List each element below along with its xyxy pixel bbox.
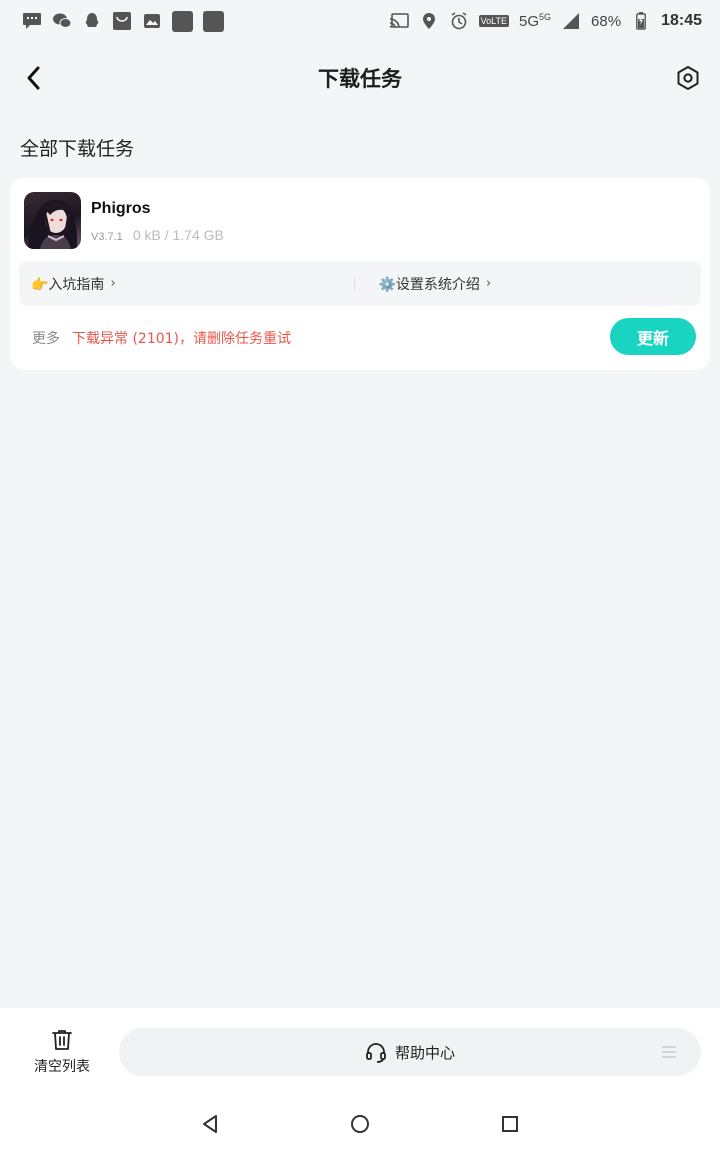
clear-list-label: 清空列表 (34, 1059, 90, 1075)
image-icon (142, 11, 162, 31)
system-nav-bar (0, 1104, 720, 1144)
more-button[interactable]: 更多 (32, 328, 60, 348)
beginner-guide-label: 👉入坑指南 (31, 276, 105, 293)
cast-icon (389, 11, 409, 31)
volte-badge: VoLTE (478, 15, 510, 27)
qq-icon (82, 11, 102, 31)
chevron-left-icon (27, 66, 40, 90)
app-name: Phigros (91, 200, 151, 217)
system-intro-label: ⚙️设置系统介绍 (378, 276, 480, 293)
app-version: V3.7.1 (91, 231, 123, 243)
update-button[interactable]: 更新 (610, 318, 696, 355)
headset-icon (366, 1043, 386, 1063)
section-title: 全部下载任务 (20, 138, 135, 160)
beginner-guide-link[interactable]: 👉入坑指南 › (19, 274, 354, 294)
bottom-bar: 清空列表 帮助中心 (0, 1008, 720, 1152)
square-recents-icon (502, 1116, 518, 1132)
location-icon (419, 11, 439, 31)
app-header: 下载任务 (0, 50, 720, 106)
nav-back-button[interactable] (198, 1112, 222, 1136)
status-bar: VoLTE 5G5G 68% 18:45 (0, 0, 720, 42)
nav-recents-button[interactable] (498, 1112, 522, 1136)
chevron-right-icon: › (110, 276, 116, 291)
settings-button[interactable] (672, 62, 704, 94)
battery-icon (631, 11, 651, 31)
message-icon (22, 11, 42, 31)
app-meta: V3.7.1 0 kB / 1.74 GB (91, 227, 224, 243)
circle-home-icon (351, 1115, 369, 1133)
guide-links-bar: 👉入坑指南 › ⚙️设置系统介绍 › (19, 261, 701, 306)
app-square-icon (172, 10, 193, 32)
download-progress-size: 0 kB / 1.74 GB (132, 227, 224, 243)
alarm-icon (449, 11, 469, 31)
app-square-icon (203, 10, 224, 32)
trash-icon (52, 1030, 72, 1050)
system-intro-link[interactable]: ⚙️设置系统介绍 › (355, 274, 702, 294)
clear-list-button[interactable]: 清空列表 (22, 1028, 102, 1078)
status-bar-right: VoLTE 5G5G 68% 18:45 (389, 11, 702, 31)
page-title: 下载任务 (318, 67, 402, 91)
help-center-label: 帮助中心 (394, 1043, 455, 1062)
status-bar-left (22, 10, 224, 32)
download-task-card: Phigros V3.7.1 0 kB / 1.74 GB 👉入坑指南 › ⚙️… (10, 178, 710, 370)
battery-percent: 68% (591, 12, 622, 30)
triangle-back-icon (203, 1115, 217, 1133)
clock: 18:45 (661, 12, 702, 29)
wechat-icon (52, 11, 72, 31)
menu-icon[interactable] (661, 1045, 677, 1059)
hexagon-settings-icon (677, 66, 699, 90)
back-button[interactable] (18, 62, 48, 94)
app-icon[interactable] (24, 192, 81, 249)
network-label: 5G5G (519, 12, 552, 30)
help-center-button[interactable]: 帮助中心 (119, 1028, 701, 1076)
download-error-message: 下载异常 (2101)，请删除任务重试 (72, 331, 292, 347)
chevron-right-icon: › (485, 276, 492, 291)
store-icon (112, 11, 132, 31)
nav-home-button[interactable] (348, 1112, 372, 1136)
signal-icon (561, 11, 581, 31)
